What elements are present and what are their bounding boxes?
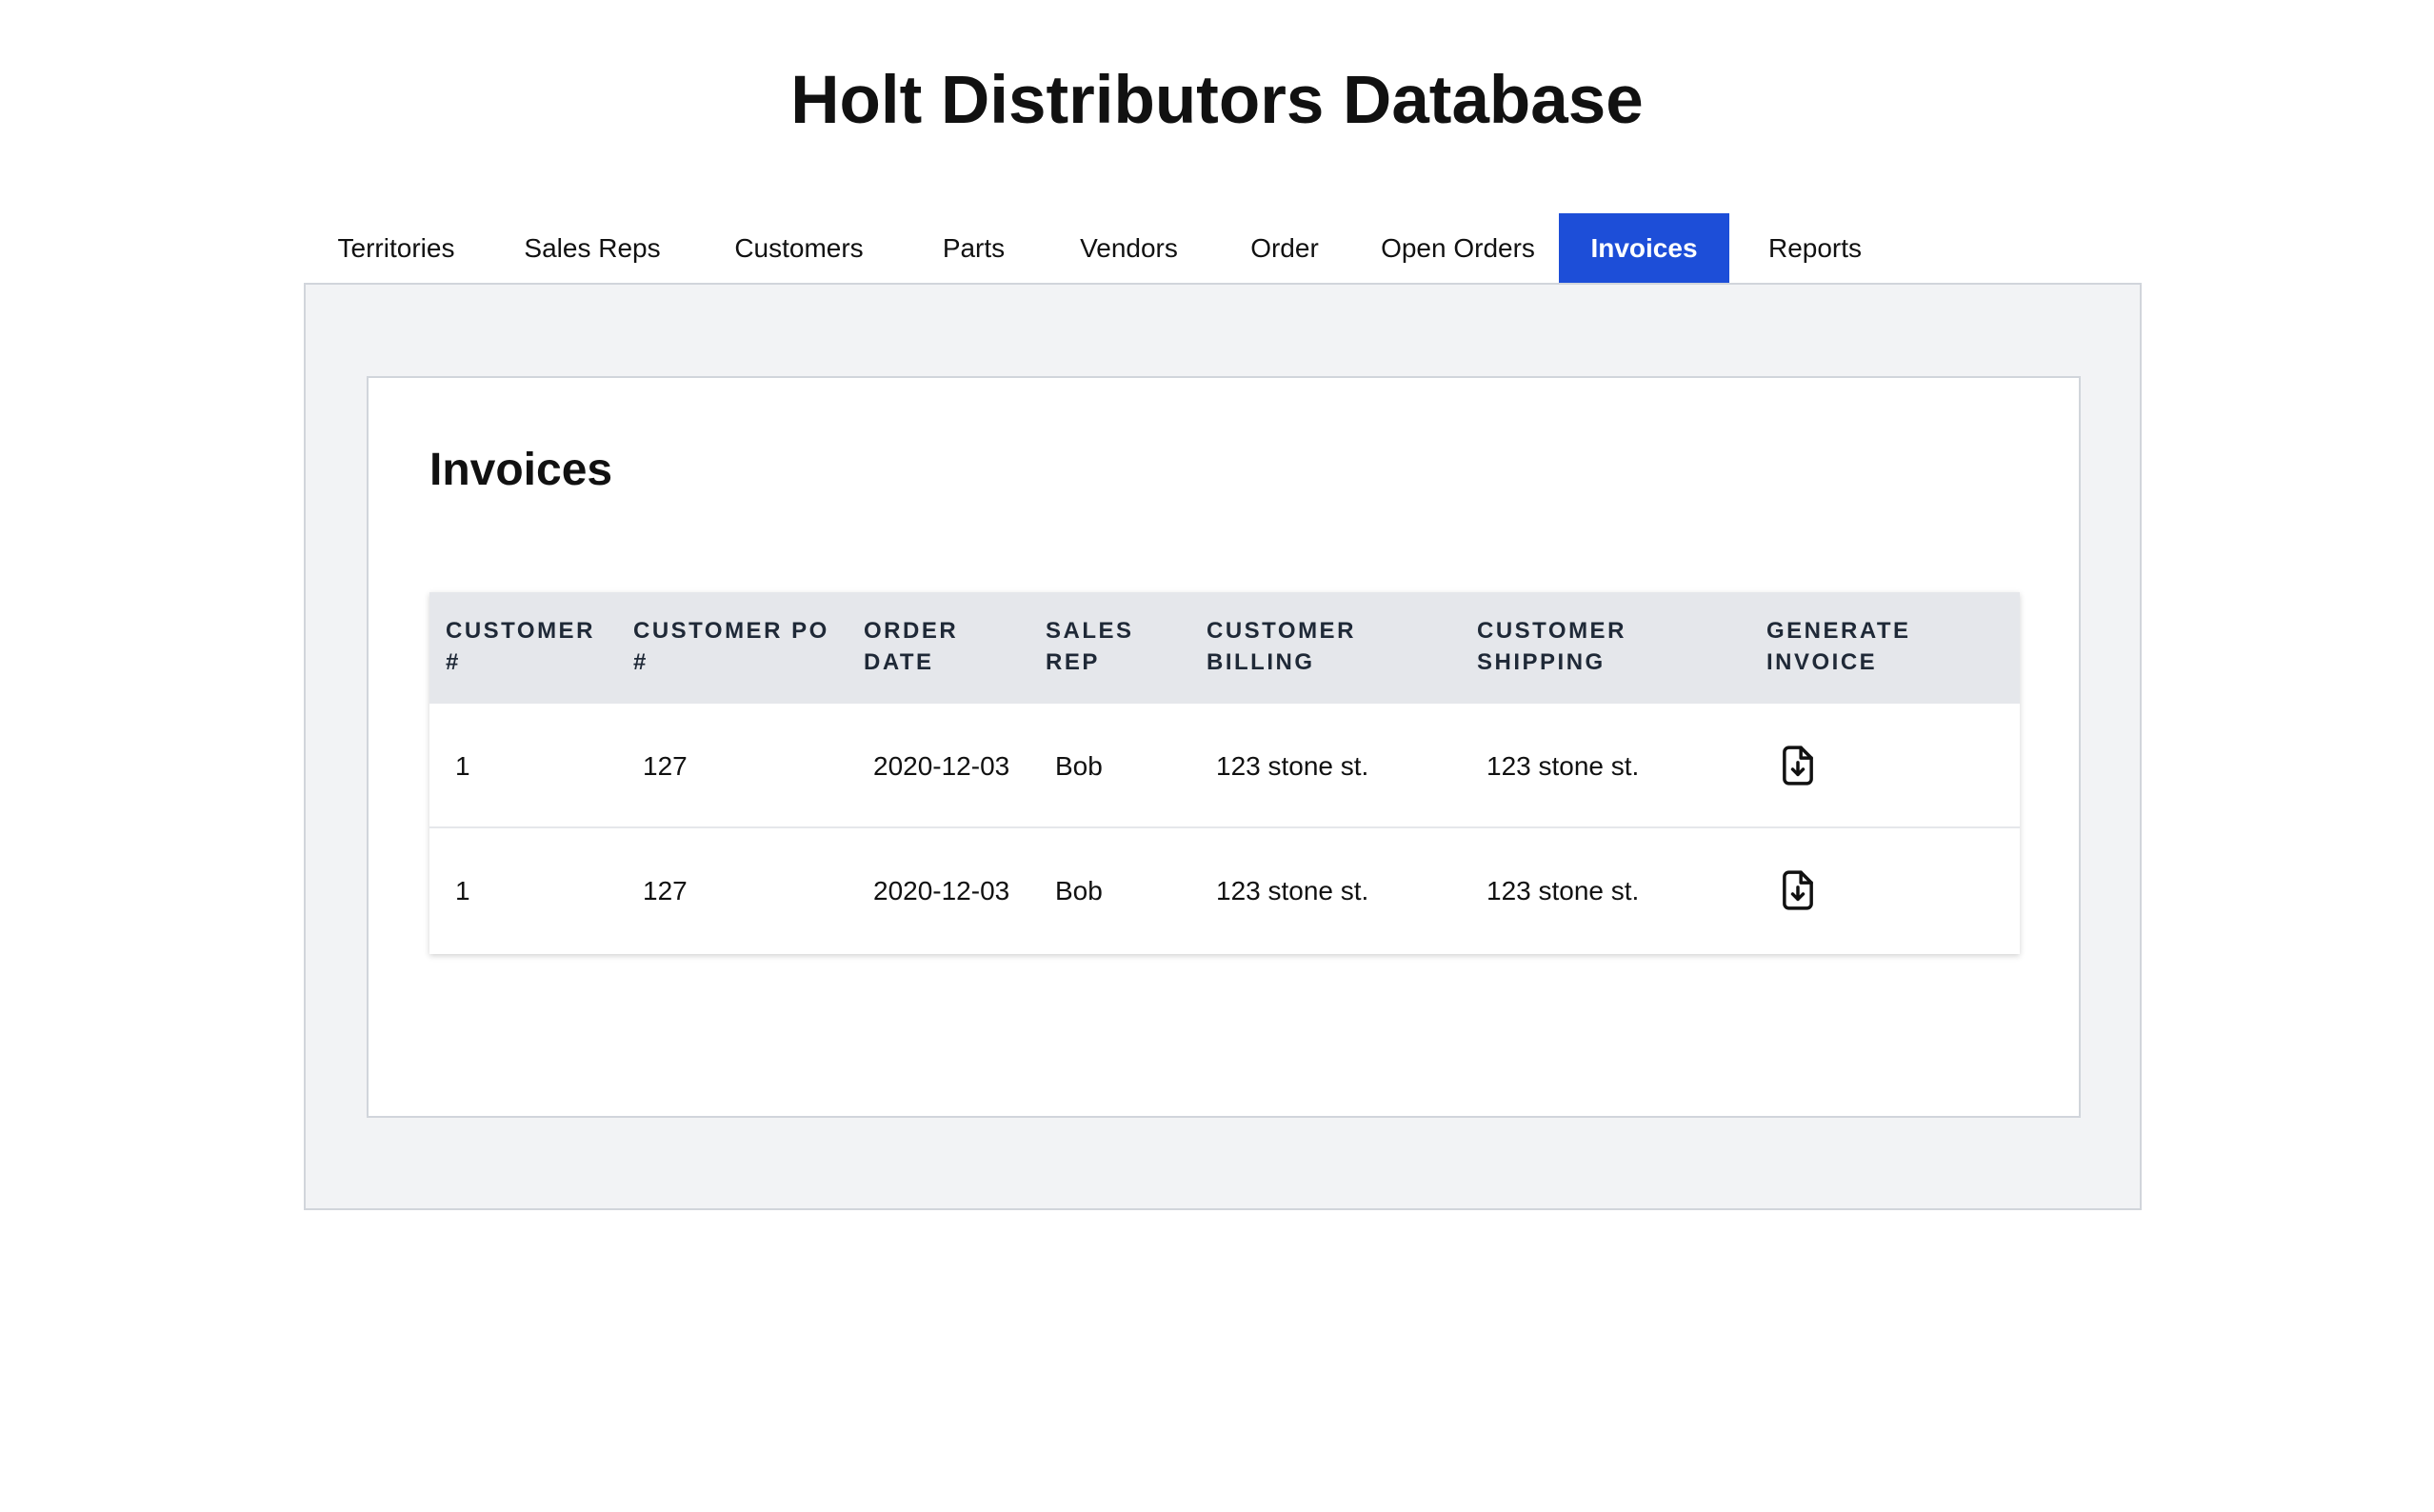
tab-invoices[interactable]: Invoices	[1559, 213, 1729, 283]
generate-invoice-button[interactable]	[1774, 866, 1822, 914]
column-header-customer-shipping: CUSTOMER SHIPPING	[1477, 618, 1626, 675]
cell-sales-rep: Bob	[1055, 750, 1103, 781]
column-header-customer-number: CUSTOMER #	[446, 618, 595, 675]
cell-customer-po: 127	[643, 875, 688, 905]
tab-vendors[interactable]: Vendors	[1046, 213, 1212, 283]
tab-customers[interactable]: Customers	[696, 213, 902, 283]
column-header-customer-billing: CUSTOMER BILLING	[1207, 618, 1356, 675]
table-row: 1 127 2020-12-03 Bob 123 stone st. 123 s…	[429, 704, 2020, 828]
tab-parts[interactable]: Parts	[902, 213, 1046, 283]
tab-order[interactable]: Order	[1212, 213, 1357, 283]
tab-reports[interactable]: Reports	[1729, 213, 1901, 283]
cell-order-date: 2020-12-03	[873, 875, 1010, 905]
cell-order-date: 2020-12-03	[873, 750, 1010, 781]
file-download-icon	[1783, 746, 1813, 786]
invoices-table: CUSTOMER # CUSTOMER PO # ORDER DATE SALE…	[429, 592, 2020, 954]
file-download-icon	[1783, 870, 1813, 910]
section-heading: Invoices	[429, 445, 613, 495]
table-header: CUSTOMER # CUSTOMER PO # ORDER DATE SALE…	[429, 592, 2020, 704]
tab-open-orders[interactable]: Open Orders	[1357, 213, 1559, 283]
tab-sales-reps[interactable]: Sales Reps	[489, 213, 696, 283]
column-header-generate-invoice: GENERATE INVOICE	[1766, 618, 1911, 675]
cell-customer-shipping: 123 stone st.	[1486, 875, 1640, 905]
generate-invoice-button[interactable]	[1774, 742, 1822, 789]
cell-customer-shipping: 123 stone st.	[1486, 750, 1640, 781]
column-header-order-date: ORDER DATE	[864, 618, 959, 675]
cell-customer-number: 1	[455, 750, 470, 781]
cell-customer-billing: 123 stone st.	[1216, 750, 1369, 781]
column-header-sales-rep: SALES REP	[1046, 618, 1134, 675]
cell-customer-billing: 123 stone st.	[1216, 875, 1369, 905]
cell-customer-number: 1	[455, 875, 470, 905]
main-tabs: Territories Sales Reps Customers Parts V…	[304, 213, 1901, 283]
cell-sales-rep: Bob	[1055, 875, 1103, 905]
column-header-customer-po: CUSTOMER PO #	[633, 618, 829, 675]
cell-customer-po: 127	[643, 750, 688, 781]
page-title: Holt Distributors Database	[790, 63, 1644, 138]
table-row: 1 127 2020-12-03 Bob 123 stone st. 123 s…	[429, 828, 2020, 953]
tab-territories[interactable]: Territories	[304, 213, 489, 283]
